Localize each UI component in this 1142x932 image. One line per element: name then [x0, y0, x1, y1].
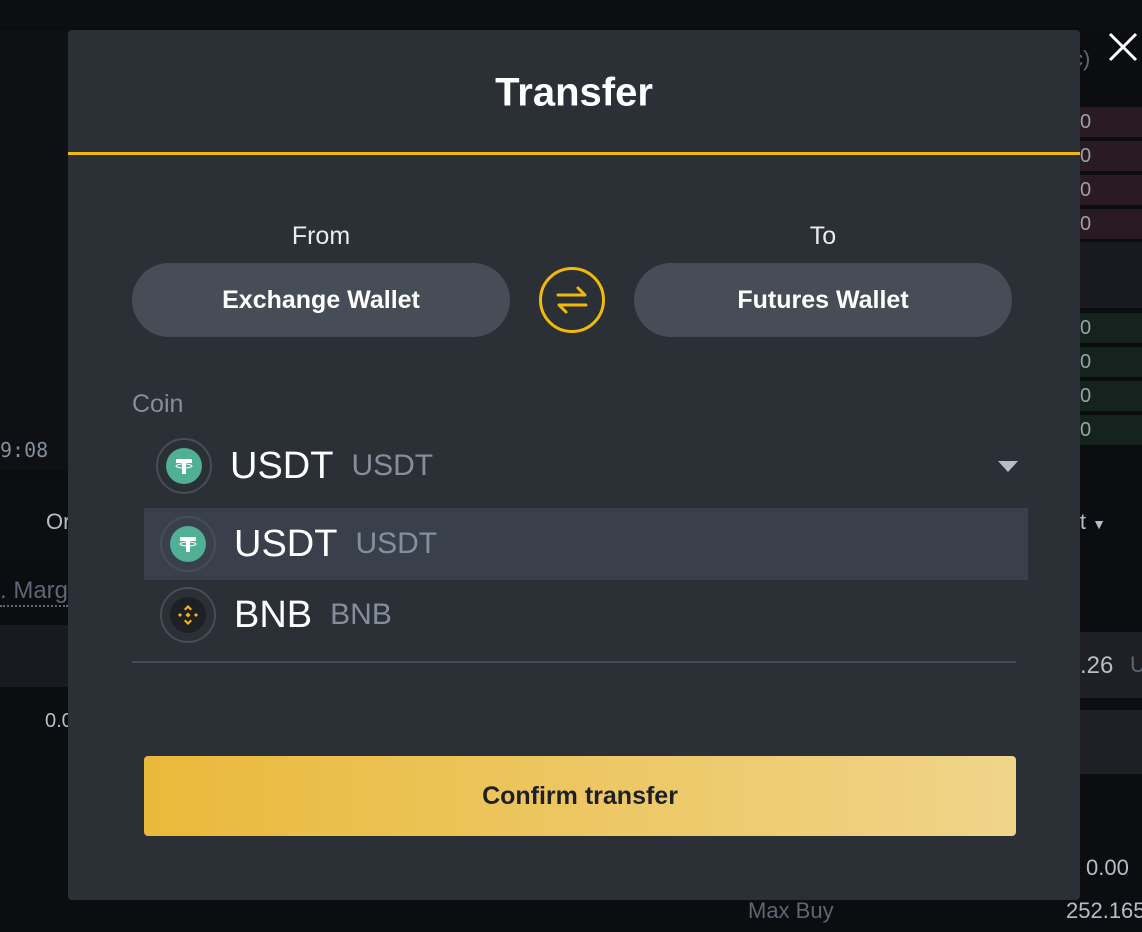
option-name: BNB	[330, 598, 392, 631]
left-row	[0, 625, 68, 687]
coin-icon-wrap	[160, 516, 216, 572]
option-name: USDT	[355, 527, 438, 560]
amount-input[interactable]	[1080, 710, 1142, 774]
coin-select[interactable]: USDT USDT	[156, 438, 1018, 494]
tether-icon	[170, 526, 206, 562]
price-value: .26	[1080, 652, 1114, 679]
selected-coin-name: USDT	[351, 449, 434, 482]
coin-icon-wrap	[156, 438, 212, 494]
coin-option-bnb[interactable]: BNB BNB	[144, 580, 1028, 650]
orderbook-bid: 0	[1080, 381, 1142, 411]
orderbook-ask: 0	[1080, 209, 1142, 239]
max-buy-label: Max Buy	[748, 898, 834, 923]
coin-dropdown-list: USDT USDT BNB BNB	[144, 508, 1028, 652]
orderbook-ask: 0	[1080, 141, 1142, 171]
bnb-icon	[170, 597, 206, 633]
coin-icon-wrap	[160, 587, 216, 643]
caret-down-icon	[998, 460, 1018, 472]
from-wallet-button[interactable]: Exchange Wallet	[132, 263, 510, 337]
tether-icon	[166, 448, 202, 484]
to-wallet-button[interactable]: Futures Wallet	[634, 263, 1012, 337]
max-buy-value: 252.165	[1066, 898, 1142, 923]
cost-value: 0.00	[1086, 855, 1129, 880]
header-bar	[0, 0, 1142, 28]
orderbook-bid: 0	[1080, 415, 1142, 445]
selected-coin-symbol: USDT	[230, 444, 334, 487]
confirm-transfer-button[interactable]: Confirm transfer	[144, 756, 1016, 836]
orders-tab[interactable]: Or	[46, 509, 70, 535]
transfer-modal: Transfer From To Exchange Wallet Futures…	[68, 30, 1080, 900]
orderbook-ask: 0	[1080, 107, 1142, 137]
caret-down-icon: ▼	[1092, 516, 1106, 532]
margin-label: . Marg	[0, 577, 69, 607]
coin-option-usdt[interactable]: USDT USDT	[144, 508, 1028, 580]
chart-time-label: 9:08	[0, 438, 49, 462]
amount-underline	[132, 661, 1016, 663]
title-divider	[68, 152, 1080, 155]
coin-label: Coin	[132, 390, 184, 418]
modal-title: Transfer	[495, 70, 653, 115]
orderbook-bid: 0	[1080, 347, 1142, 377]
from-label: From	[291, 222, 351, 250]
orderbook-mid	[1080, 242, 1142, 308]
to-label: To	[809, 222, 837, 250]
orderbook-ask: 0	[1080, 175, 1142, 205]
swap-button[interactable]	[539, 267, 605, 333]
swap-arrows-icon	[556, 286, 588, 314]
close-icon[interactable]	[1108, 32, 1138, 62]
option-symbol: BNB	[234, 593, 313, 636]
orderbook-bid: 0	[1080, 313, 1142, 343]
price-unit: U	[1130, 652, 1142, 677]
option-symbol: USDT	[234, 522, 338, 565]
